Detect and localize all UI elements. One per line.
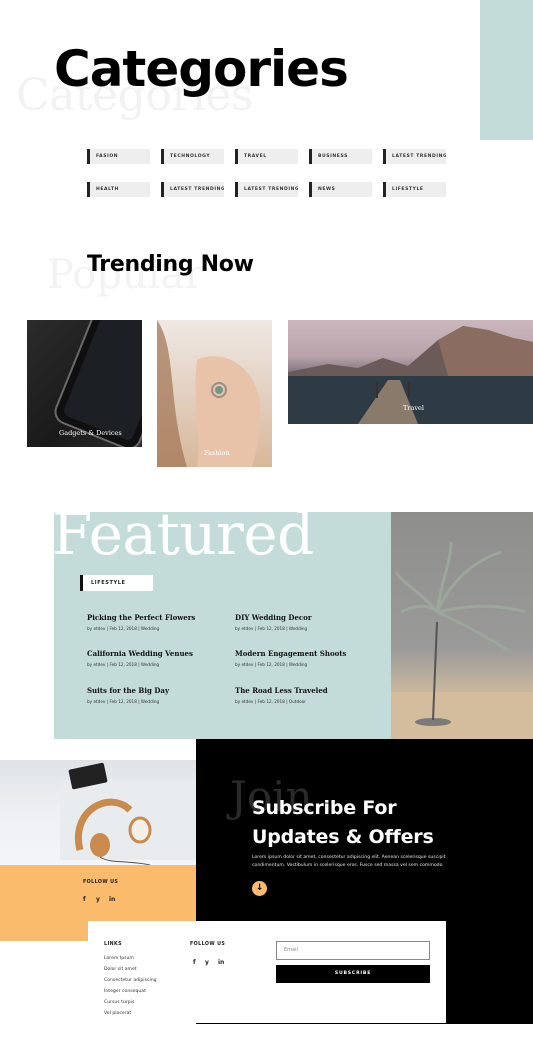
post-meta: by etdev | Feb 12, 2018 | Wedding	[235, 662, 308, 667]
links-heading: LINKS	[104, 942, 123, 947]
category-tag[interactable]: LATEST TRENDING	[383, 149, 446, 164]
follow-us-label: FOLLOW US	[83, 880, 119, 885]
arrow-down-icon[interactable]: ↓	[252, 881, 267, 896]
footer-link[interactable]: Lorem Ipsum	[104, 956, 134, 961]
subscribe-button[interactable]: SUBSCRIBE	[276, 965, 430, 983]
category-tag[interactable]: FASION	[87, 149, 150, 164]
linkedin-icon[interactable]: in	[109, 896, 115, 903]
card-label: Travel	[403, 404, 424, 412]
post-title[interactable]: Suits for the Big Day	[87, 686, 169, 695]
trending-card-travel[interactable]: Travel	[288, 320, 533, 424]
footer-link[interactable]: Consectetur adipiscing	[104, 978, 157, 983]
footer-link[interactable]: Dolor sit amet	[104, 967, 137, 972]
trending-card-gadgets[interactable]: Gadgets & Devices	[27, 320, 142, 447]
twitter-icon[interactable]: y	[205, 959, 209, 966]
subscribe-title-line2: Updates & Offers	[252, 826, 434, 848]
subscribe-title-line1: Subscribe For	[252, 797, 397, 819]
card-label: Gadgets & Devices	[59, 429, 122, 437]
ring-hand-image	[157, 320, 261, 467]
post-item[interactable]: The Road Less Traveled by etdev | Feb 12…	[235, 686, 328, 704]
trending-card-fashion[interactable]: Fashion	[157, 320, 272, 467]
post-title[interactable]: California Wedding Venues	[87, 649, 193, 658]
footer-link[interactable]: Vel placerat	[104, 1011, 131, 1016]
post-meta: by etdev | Feb 12, 2018 | Outdoor	[235, 699, 307, 704]
featured-tag[interactable]: LIFESTYLE	[80, 575, 153, 591]
category-tag[interactable]: LATEST TRENDING	[161, 182, 224, 197]
post-meta: by etdev | Feb 12, 2018 | Wedding	[87, 626, 160, 631]
post-title[interactable]: DIY Wedding Decor	[235, 613, 312, 622]
linkedin-icon[interactable]: in	[218, 959, 224, 966]
facebook-icon[interactable]: f	[193, 959, 196, 966]
phone-image	[54, 320, 142, 447]
post-meta: by etdev | Feb 12, 2018 | Wedding	[87, 699, 160, 704]
twitter-icon[interactable]: y	[96, 896, 100, 903]
category-tag[interactable]: LIFESTYLE	[383, 182, 446, 197]
featured-title: Featured	[52, 500, 314, 568]
footer-follow-heading: FOLLOW US	[190, 942, 226, 947]
categories-title: Categories	[54, 40, 349, 98]
category-tag[interactable]: TECHNOLOGY	[161, 149, 224, 164]
category-tag[interactable]: HEALTH	[87, 182, 150, 197]
footer-link[interactable]: Integer consequat	[104, 989, 146, 994]
category-tag[interactable]: BUSINESS	[309, 149, 372, 164]
footer-link[interactable]: Cursus turpis	[104, 1000, 134, 1005]
trending-title: Trending Now	[87, 252, 254, 277]
airplant-image	[391, 512, 533, 739]
post-item[interactable]: Suits for the Big Day by etdev | Feb 12,…	[87, 686, 169, 704]
post-item[interactable]: Modern Engagement Shoots by etdev | Feb …	[235, 649, 346, 667]
post-item[interactable]: DIY Wedding Decor by etdev | Feb 12, 201…	[235, 613, 312, 631]
post-title[interactable]: The Road Less Traveled	[235, 686, 328, 695]
decorative-teal-block	[480, 0, 533, 140]
subscribe-text: Lorem ipsum dolor sit amet, consectetur …	[252, 855, 446, 868]
post-item[interactable]: Picking the Perfect Flowers by etdev | F…	[87, 613, 195, 631]
category-tag[interactable]: NEWS	[309, 182, 372, 197]
post-title[interactable]: Modern Engagement Shoots	[235, 649, 346, 658]
headphones-image	[0, 760, 196, 865]
facebook-icon[interactable]: f	[83, 896, 86, 903]
subscribe-title: Subscribe For Updates & Offers	[252, 794, 434, 852]
email-field[interactable]: Email	[276, 941, 430, 960]
post-title[interactable]: Picking the Perfect Flowers	[87, 613, 195, 622]
card-label: Fashion	[204, 449, 230, 457]
post-item[interactable]: California Wedding Venues by etdev | Feb…	[87, 649, 193, 667]
post-meta: by etdev | Feb 12, 2018 | Wedding	[87, 662, 160, 667]
post-meta: by etdev | Feb 12, 2018 | Wedding	[235, 626, 308, 631]
category-tag[interactable]: LATEST TRENDING	[235, 182, 298, 197]
category-tag[interactable]: TRAVEL	[235, 149, 298, 164]
